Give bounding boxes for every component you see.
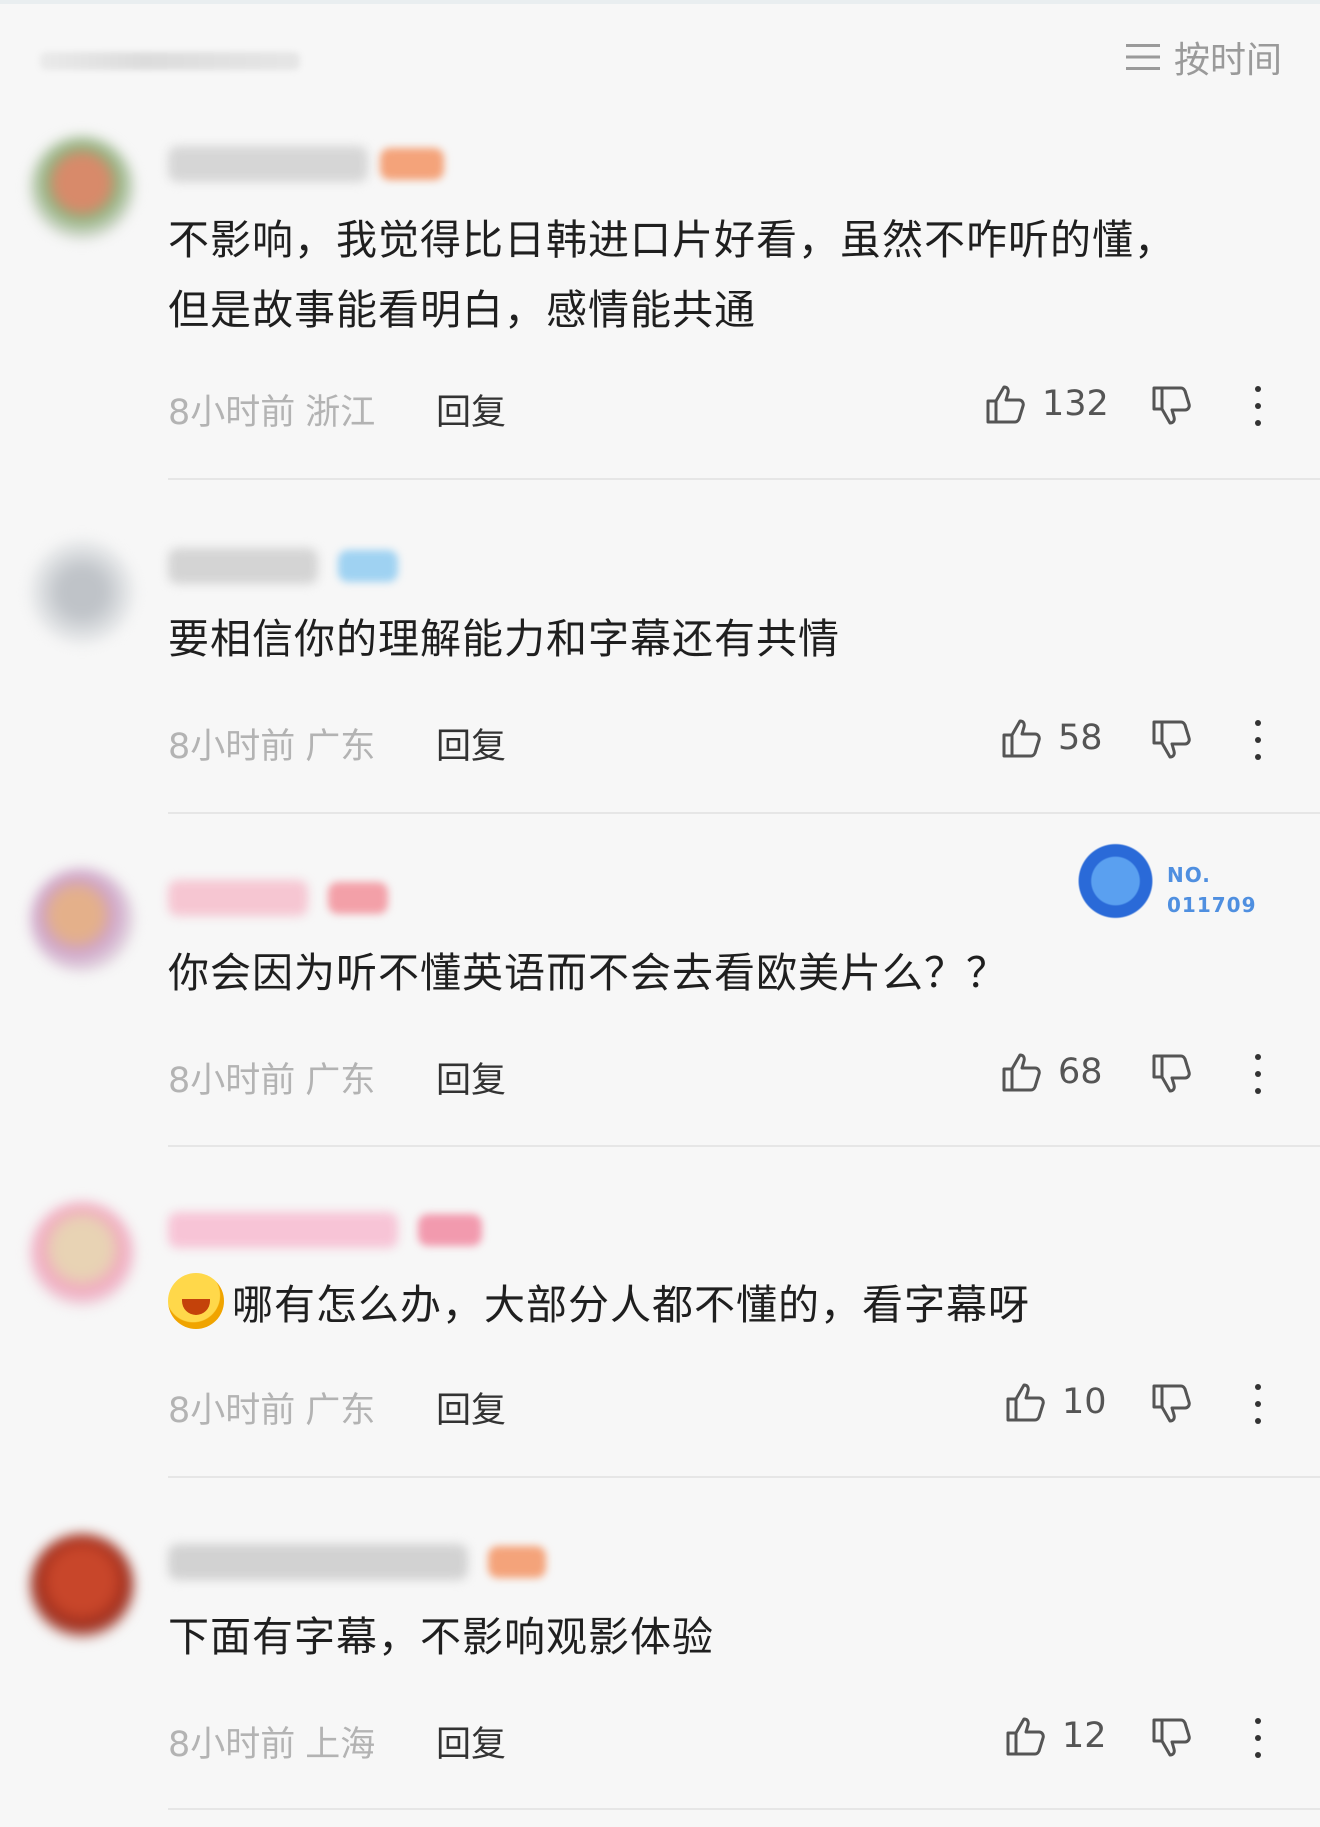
dislike-button[interactable] [1150, 1382, 1194, 1430]
more-options-button[interactable] [1246, 1384, 1270, 1424]
comment-text: 哪有怎么办，大部分人都不懂的，看字幕呀 [168, 1270, 1220, 1340]
comment-location: 广东 [305, 1391, 376, 1431]
reply-button[interactable]: 回复 [436, 1382, 506, 1433]
comment-meta: 8小时前 广东 [168, 1382, 375, 1433]
comment-meta: 8小时前 浙江 [168, 384, 375, 435]
divider [168, 1476, 1320, 1478]
dislike-button[interactable] [1150, 384, 1194, 432]
divider [168, 478, 1320, 480]
like-count: 58 [1058, 718, 1103, 758]
like-count: 12 [1062, 1716, 1107, 1756]
fan-badge-label: NO. [1167, 863, 1211, 887]
user-badge-blurred [328, 882, 388, 914]
divider [168, 1145, 1320, 1147]
comment-location: 上海 [305, 1725, 376, 1765]
divider [168, 1808, 1320, 1810]
comment-time: 8小时前 [168, 1725, 296, 1765]
avatar[interactable] [30, 540, 134, 644]
like-count: 132 [1042, 384, 1109, 424]
reply-button[interactable]: 回复 [436, 718, 506, 769]
comment-location: 广东 [305, 727, 376, 767]
like-button[interactable]: 132 [984, 382, 1109, 426]
reply-button[interactable]: 回复 [436, 384, 506, 435]
comment-time: 8小时前 [168, 727, 296, 767]
comment-meta: 8小时前 广东 [168, 1052, 375, 1103]
like-button[interactable]: 68 [1000, 1050, 1103, 1094]
dislike-button[interactable] [1150, 1052, 1194, 1100]
user-badge-blurred [418, 1214, 482, 1246]
comment-time: 8小时前 [168, 1061, 296, 1101]
menu-lines-icon [1125, 44, 1160, 70]
divider [168, 812, 1320, 814]
comment-location: 浙江 [305, 393, 376, 433]
username-blurred[interactable] [168, 880, 308, 916]
username-blurred[interactable] [168, 548, 318, 584]
comments-header: 按时间 [0, 0, 1320, 110]
thumbs-down-icon [1152, 1718, 1191, 1757]
thumbs-up-icon [1006, 1383, 1045, 1422]
like-count: 10 [1062, 1382, 1107, 1422]
like-button[interactable]: 10 [1004, 1380, 1107, 1424]
thumbs-up-icon [1002, 719, 1041, 758]
fan-badge[interactable]: NO. 011709 [1055, 825, 1257, 935]
more-options-button[interactable] [1246, 386, 1270, 426]
comment-time: 8小时前 [168, 393, 296, 433]
avatar[interactable] [30, 1202, 134, 1306]
avatar[interactable] [30, 1534, 134, 1638]
comment-location: 广东 [305, 1061, 376, 1101]
more-options-button[interactable] [1246, 720, 1270, 760]
comment-time: 8小时前 [168, 1391, 296, 1431]
dislike-button[interactable] [1150, 1716, 1194, 1764]
username-blurred[interactable] [168, 146, 368, 182]
thumbs-up-icon [1002, 1053, 1041, 1092]
like-count: 68 [1058, 1052, 1103, 1092]
thumbs-up-icon [986, 385, 1025, 424]
user-badge-blurred [488, 1546, 546, 1578]
like-button[interactable]: 58 [1000, 716, 1103, 760]
comment-text: 你会因为听不懂英语而不会去看欧美片么？？ [168, 949, 1008, 997]
comment-meta: 8小时前 广东 [168, 718, 375, 769]
laughing-crying-emoji [168, 1273, 224, 1329]
thumbs-up-icon [1006, 1717, 1045, 1756]
avatar[interactable] [30, 868, 134, 972]
sort-by-time-button[interactable]: 按时间 [1125, 34, 1282, 81]
reply-button[interactable]: 回复 [436, 1716, 506, 1767]
comment-text: 下面有字幕，不影响观影体验 [168, 1613, 714, 1661]
more-options-button[interactable] [1246, 1054, 1270, 1094]
sort-label: 按时间 [1173, 40, 1282, 81]
reply-button[interactable]: 回复 [436, 1052, 506, 1103]
comment-text: 不影响，我觉得比日韩进口片好看，虽然不咋听的懂， 但是故事能看明白，感情能共通 [168, 216, 1176, 334]
thumbs-down-icon [1152, 1384, 1191, 1423]
username-blurred[interactable] [168, 1544, 468, 1580]
user-badge-blurred [338, 550, 398, 582]
dislike-button[interactable] [1150, 718, 1194, 766]
fan-badge-character-icon [1055, 831, 1165, 931]
thumbs-down-icon [1152, 1054, 1191, 1093]
blurred-title [40, 52, 300, 70]
username-blurred[interactable] [168, 1212, 398, 1248]
more-options-button[interactable] [1246, 1718, 1270, 1758]
thumbs-down-icon [1152, 720, 1191, 759]
comment-meta: 8小时前 上海 [168, 1716, 375, 1767]
thumbs-down-icon [1152, 386, 1191, 425]
fan-badge-number: 011709 [1167, 893, 1257, 917]
comment-text: 要相信你的理解能力和字幕还有共情 [168, 615, 840, 663]
like-button[interactable]: 12 [1004, 1714, 1107, 1758]
avatar[interactable] [30, 136, 134, 240]
user-badge-blurred [380, 148, 444, 180]
